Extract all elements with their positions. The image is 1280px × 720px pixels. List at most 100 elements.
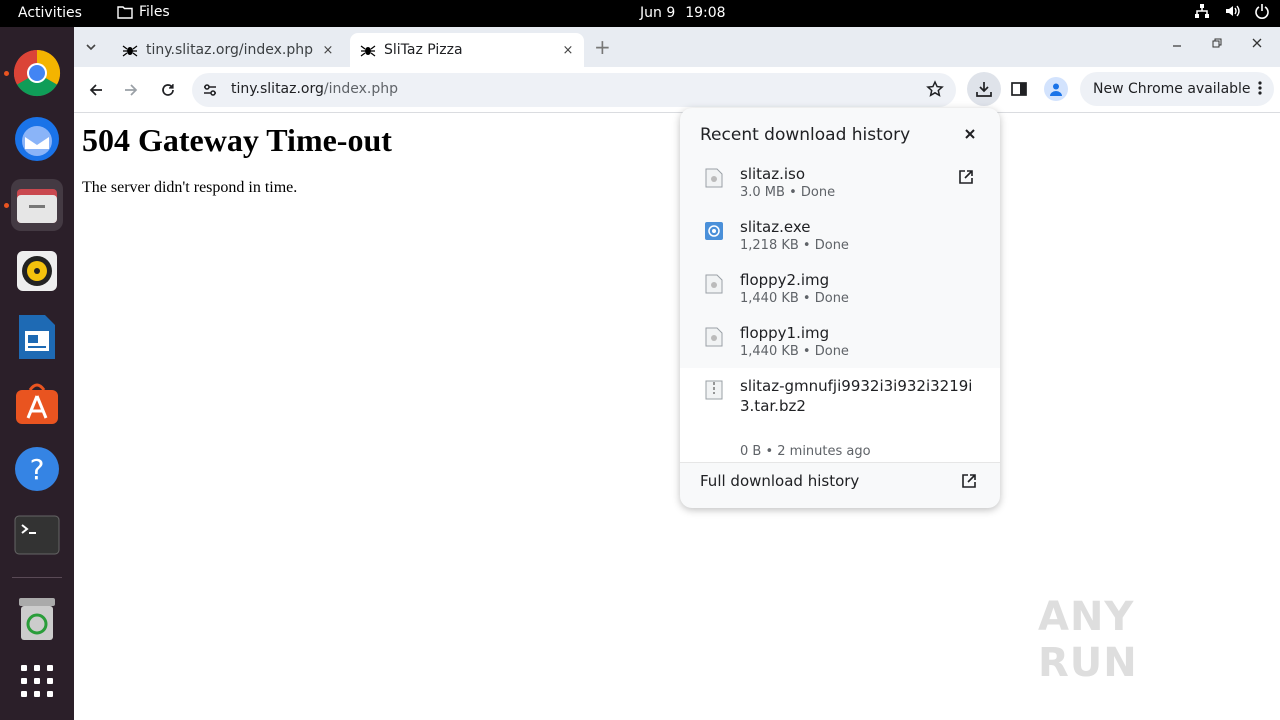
files-icon (17, 189, 57, 223)
files-app-menu[interactable]: Files (117, 4, 170, 20)
side-panel-button[interactable] (1010, 80, 1028, 102)
close-icon (965, 129, 975, 139)
show-apps-button[interactable] (11, 655, 63, 707)
anyrun-watermark: ANY RUN (1038, 594, 1238, 686)
profile-button[interactable] (1044, 77, 1068, 101)
spider-favicon-icon (360, 45, 376, 57)
address-bar[interactable]: tiny.slitaz.org/index.php (192, 73, 956, 107)
rhythmbox-launcher[interactable] (11, 245, 63, 297)
page-title: 504 Gateway Time-out (82, 122, 392, 158)
person-icon (1050, 83, 1062, 96)
download-filename: floppy2.img (740, 271, 830, 289)
download-status: 1,440 KB • Done (740, 344, 849, 359)
url-text[interactable]: tiny.slitaz.org/index.php (231, 81, 398, 97)
open-external-icon (962, 474, 976, 488)
chevron-down-icon (86, 44, 96, 51)
file-icon (705, 327, 723, 347)
download-bubble-title: Recent download history (700, 125, 911, 145)
download-filename: slitaz-gmnufji9932i3i932i3219i3.tar.bz2 (740, 377, 973, 415)
svg-text:?: ? (30, 453, 45, 486)
app-grid-icon (21, 665, 53, 697)
ubuntu-dock: ? (0, 27, 74, 720)
thunderbird-icon (15, 117, 59, 161)
back-button[interactable] (85, 79, 107, 101)
tab-strip: tiny.slitaz.org/index.php × SliTaz Pizza… (74, 27, 1280, 67)
clock[interactable]: Jun 9 19:08 (640, 5, 726, 21)
terminal-icon (14, 515, 60, 555)
app-center-icon (16, 383, 58, 424)
tab-close-button[interactable]: × (558, 43, 578, 58)
forward-button[interactable] (120, 79, 142, 101)
rhythmbox-icon (17, 251, 57, 291)
archive-icon (705, 380, 723, 400)
gnome-top-bar: Activities Files Jun 9 19:08 (0, 0, 1280, 27)
download-status: 1,440 KB • Done (740, 291, 849, 306)
bookmark-button[interactable] (926, 80, 944, 102)
tab-search-button[interactable] (84, 39, 98, 58)
download-item[interactable]: floppy2.img 1,440 KB • Done (680, 262, 1000, 315)
star-icon (926, 80, 944, 97)
running-indicator (4, 203, 9, 208)
chrome-menu-button[interactable] (1258, 80, 1262, 100)
tab-title: tiny.slitaz.org/index.php (146, 42, 314, 58)
download-item[interactable]: slitaz-gmnufji9932i3i932i3219i3.tar.bz2 … (680, 368, 1000, 462)
activities-button[interactable]: Activities (18, 5, 82, 21)
network-icon (1195, 4, 1209, 18)
file-icon (705, 274, 723, 294)
dock-separator (12, 577, 62, 578)
help-icon: ? (15, 447, 59, 491)
exe-icon (705, 222, 723, 240)
download-status: 0 B • 2 minutes ago (740, 444, 871, 459)
help-launcher[interactable]: ? (11, 443, 63, 495)
reload-icon (162, 84, 174, 96)
url-host: tiny.slitaz.org (231, 81, 324, 97)
files-app-label: Files (139, 4, 170, 20)
close-bubble-button[interactable] (962, 126, 978, 142)
app-center-launcher[interactable] (11, 377, 63, 429)
thunderbird-launcher[interactable] (11, 113, 63, 165)
volume-icon (1226, 5, 1240, 17)
trash-icon (19, 598, 55, 640)
libreoffice-writer-icon (19, 315, 55, 359)
folder-icon (117, 6, 133, 19)
close-window-button[interactable] (1251, 37, 1263, 53)
download-item[interactable]: floppy1.img 1,440 KB • Done (680, 315, 1000, 368)
tab-tiny-slitaz[interactable]: tiny.slitaz.org/index.php × (114, 33, 344, 67)
full-download-history-link[interactable]: Full download history (680, 462, 1000, 508)
writer-launcher[interactable] (11, 311, 63, 363)
tab-slitaz-pizza[interactable]: SliTaz Pizza × (350, 33, 584, 67)
trash-launcher[interactable] (11, 593, 63, 645)
new-tab-button[interactable]: + (594, 35, 611, 59)
restore-icon (1212, 38, 1222, 48)
site-info-button[interactable] (202, 82, 218, 102)
download-filename: floppy1.img (740, 324, 830, 342)
side-panel-icon (1011, 82, 1027, 96)
download-status: 3.0 MB • Done (740, 185, 836, 200)
open-external-icon[interactable] (958, 169, 974, 185)
chrome-launcher[interactable] (11, 47, 63, 99)
update-chrome-chip[interactable]: New Chrome available (1080, 72, 1274, 106)
reload-button[interactable] (157, 79, 179, 101)
download-bubble: Recent download history slitaz.iso 3.0 M… (680, 108, 1000, 508)
chrome-icon (13, 49, 61, 97)
error-message: The server didn't respond in time. (82, 179, 298, 196)
watermark-text: ANY RUN (1038, 594, 1138, 686)
tab-title: SliTaz Pizza (384, 42, 463, 58)
files-launcher[interactable] (11, 179, 63, 231)
url-path: /index.php (323, 81, 399, 97)
update-chip-label: New Chrome available (1093, 81, 1251, 97)
maximize-button[interactable] (1211, 37, 1223, 53)
power-icon (1255, 4, 1269, 19)
download-item[interactable]: slitaz.exe 1,218 KB • Done (680, 209, 1000, 262)
tab-close-button[interactable]: × (318, 43, 338, 58)
terminal-launcher[interactable] (11, 509, 63, 561)
full-history-label: Full download history (700, 472, 860, 490)
clock-time: 19:08 (685, 5, 726, 21)
download-status: 1,218 KB • Done (740, 238, 849, 253)
arrow-right-icon (125, 84, 138, 96)
minimize-button[interactable] (1171, 37, 1183, 53)
downloads-button[interactable] (967, 72, 1001, 106)
system-tray[interactable] (1194, 3, 1270, 19)
download-item[interactable]: slitaz.iso 3.0 MB • Done (680, 156, 1000, 209)
tune-icon (204, 84, 216, 96)
